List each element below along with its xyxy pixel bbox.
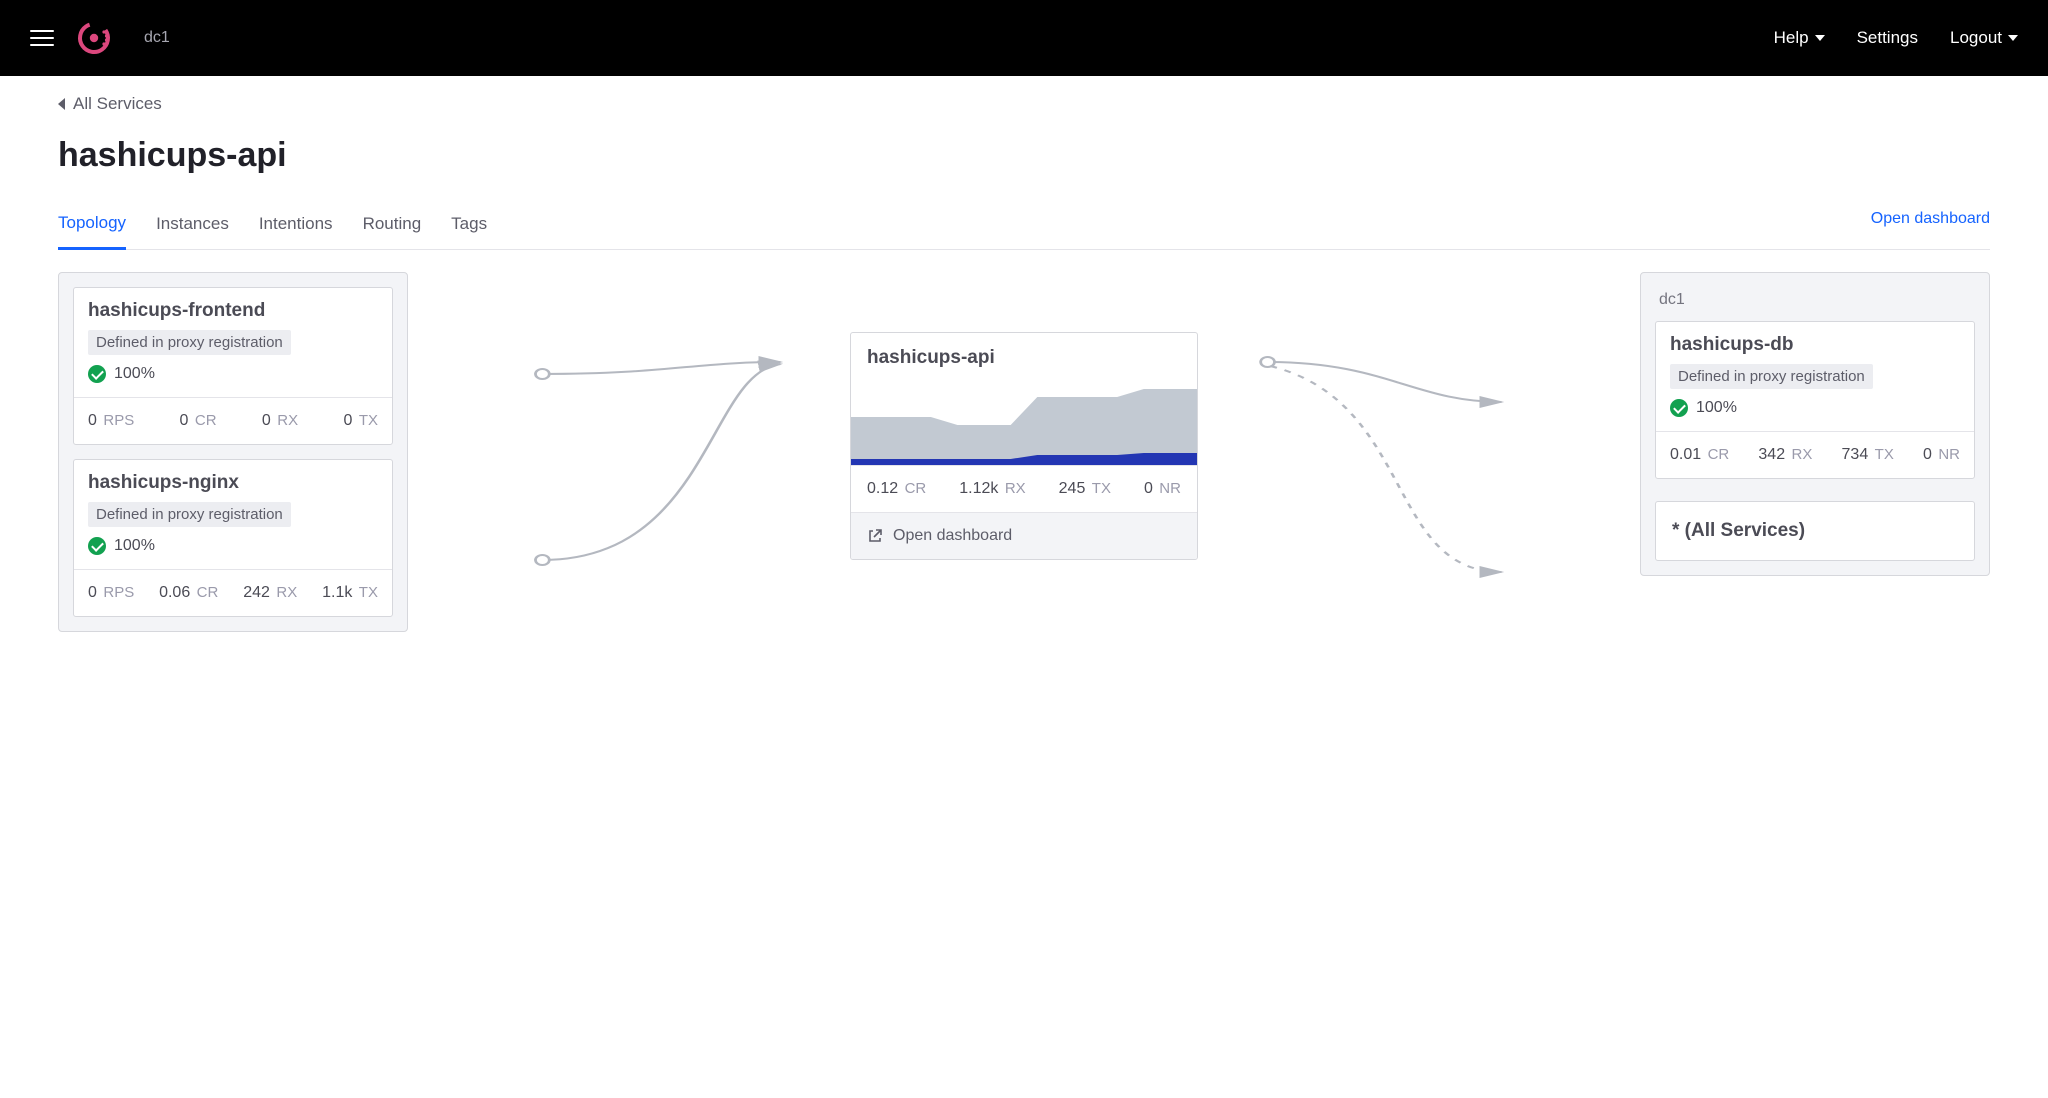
health-value: 100%: [1696, 399, 1737, 417]
stat: 0 TX: [343, 412, 378, 430]
proxy-pill: Defined in proxy registration: [88, 502, 291, 527]
stat: 0.12 CR: [867, 480, 926, 498]
datacenter-label[interactable]: dc1: [144, 29, 170, 47]
topbar: dc1 Help Settings Logout: [0, 0, 2048, 76]
stat: 0 RPS: [88, 584, 134, 602]
proxy-pill: Defined in proxy registration: [1670, 364, 1873, 389]
stat: 0.01 CR: [1670, 446, 1729, 464]
health-check-icon: [1670, 399, 1688, 417]
center-title: hashicups-api: [851, 333, 1197, 381]
stat: 342 RX: [1758, 446, 1812, 464]
chevron-left-icon: [58, 98, 65, 110]
stat: 1.12k RX: [959, 480, 1025, 498]
page-title: hashicups-api: [58, 136, 1990, 175]
stat: 0 NR: [1923, 446, 1960, 464]
health-check-icon: [88, 537, 106, 555]
card-title: * (All Services): [1672, 520, 1958, 542]
open-dashboard-link[interactable]: Open dashboard: [1871, 210, 1990, 242]
card-title: hashicups-db: [1670, 334, 1960, 356]
stat: 0 NR: [1144, 480, 1181, 498]
tab-instances[interactable]: Instances: [156, 204, 229, 248]
breadcrumb[interactable]: All Services: [58, 94, 1990, 114]
tab-tags[interactable]: Tags: [451, 204, 487, 248]
tabs: Topology Instances Intentions Routing Ta…: [58, 203, 1990, 250]
upstream-column: dc1 hashicups-db Defined in proxy regist…: [1640, 272, 1990, 576]
external-link-icon: [867, 528, 883, 544]
stat: 0 RPS: [88, 412, 134, 430]
stat: 0.06 CR: [159, 584, 218, 602]
tab-intentions[interactable]: Intentions: [259, 204, 333, 248]
center-service-card: hashicups-api 0.12 CR 1.12k RX 245 TX 0 …: [850, 332, 1198, 560]
stat: 1.1k TX: [322, 584, 378, 602]
chevron-down-icon: [2008, 35, 2018, 41]
help-menu[interactable]: Help: [1774, 28, 1825, 48]
upstream-datacenter-label: dc1: [1659, 291, 1975, 309]
settings-link[interactable]: Settings: [1857, 28, 1918, 48]
stat: 242 RX: [243, 584, 297, 602]
topology-canvas: hashicups-frontend Defined in proxy regi…: [58, 272, 1990, 672]
service-card-db[interactable]: hashicups-db Defined in proxy registrati…: [1655, 321, 1975, 479]
consul-logo-icon: [76, 20, 112, 56]
open-dashboard-button[interactable]: Open dashboard: [851, 512, 1197, 559]
card-title: hashicups-frontend: [88, 300, 378, 322]
service-card-nginx[interactable]: hashicups-nginx Defined in proxy registr…: [73, 459, 393, 617]
health-value: 100%: [114, 365, 155, 383]
service-card-all-services[interactable]: * (All Services): [1655, 501, 1975, 561]
service-card-frontend[interactable]: hashicups-frontend Defined in proxy regi…: [73, 287, 393, 445]
tab-topology[interactable]: Topology: [58, 203, 126, 250]
logout-menu[interactable]: Logout: [1950, 28, 2018, 48]
tab-routing[interactable]: Routing: [363, 204, 422, 248]
proxy-pill: Defined in proxy registration: [88, 330, 291, 355]
stat: 0 CR: [180, 412, 217, 430]
menu-icon[interactable]: [30, 25, 54, 51]
stat: 245 TX: [1059, 480, 1111, 498]
breadcrumb-label: All Services: [73, 94, 162, 114]
chevron-down-icon: [1815, 35, 1825, 41]
stat: 0 RX: [262, 412, 298, 430]
health-value: 100%: [114, 537, 155, 555]
stat: 734 TX: [1842, 446, 1894, 464]
traffic-chart: [851, 381, 1197, 465]
card-title: hashicups-nginx: [88, 472, 378, 494]
downstream-column: hashicups-frontend Defined in proxy regi…: [58, 272, 408, 632]
health-check-icon: [88, 365, 106, 383]
